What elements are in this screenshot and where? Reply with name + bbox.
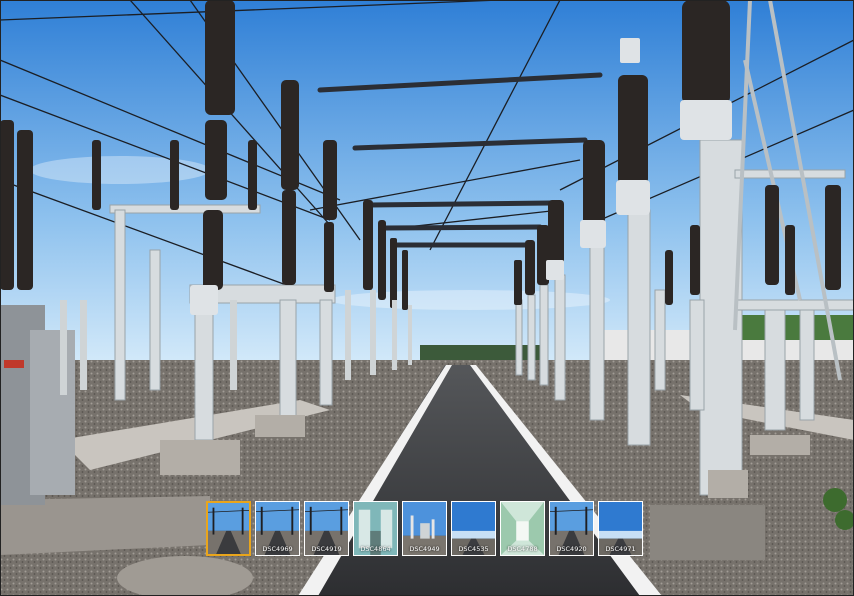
thumbnail-3[interactable]: DSC4919: [304, 501, 349, 556]
thumbnail-label: DSC4971: [605, 545, 636, 553]
thumbnail-image: [208, 503, 249, 554]
thumbnail-strip: DSC4969 DSC4919 DSC4864 DSC4949 DSC4535 DSC47…: [206, 501, 643, 557]
thumbnail-label: DSC4535: [458, 545, 489, 553]
thumbnail-1[interactable]: [206, 501, 251, 556]
thumbnail-7[interactable]: DSC4788: [500, 501, 545, 556]
thumbnail-label: DSC4919: [311, 545, 342, 553]
thumbnail-2[interactable]: DSC4969: [255, 501, 300, 556]
thumbnail-6[interactable]: DSC4535: [451, 501, 496, 556]
thumbnail-label: DSC4969: [262, 545, 293, 553]
thumbnail-9[interactable]: DSC4971: [598, 501, 643, 556]
thumbnail-label: DSC4788: [507, 545, 538, 553]
panorama-viewer[interactable]: DSC4969 DSC4919 DSC4864 DSC4949 DSC4535 DSC47…: [0, 0, 854, 596]
thumbnail-4[interactable]: DSC4864: [353, 501, 398, 556]
thumbnail-5[interactable]: DSC4949: [402, 501, 447, 556]
thumbnail-label: DSC4949: [409, 545, 440, 553]
thumbnail-label: DSC4920: [556, 545, 587, 553]
thumbnail-8[interactable]: DSC4920: [549, 501, 594, 556]
thumbnail-label: DSC4864: [360, 545, 391, 553]
